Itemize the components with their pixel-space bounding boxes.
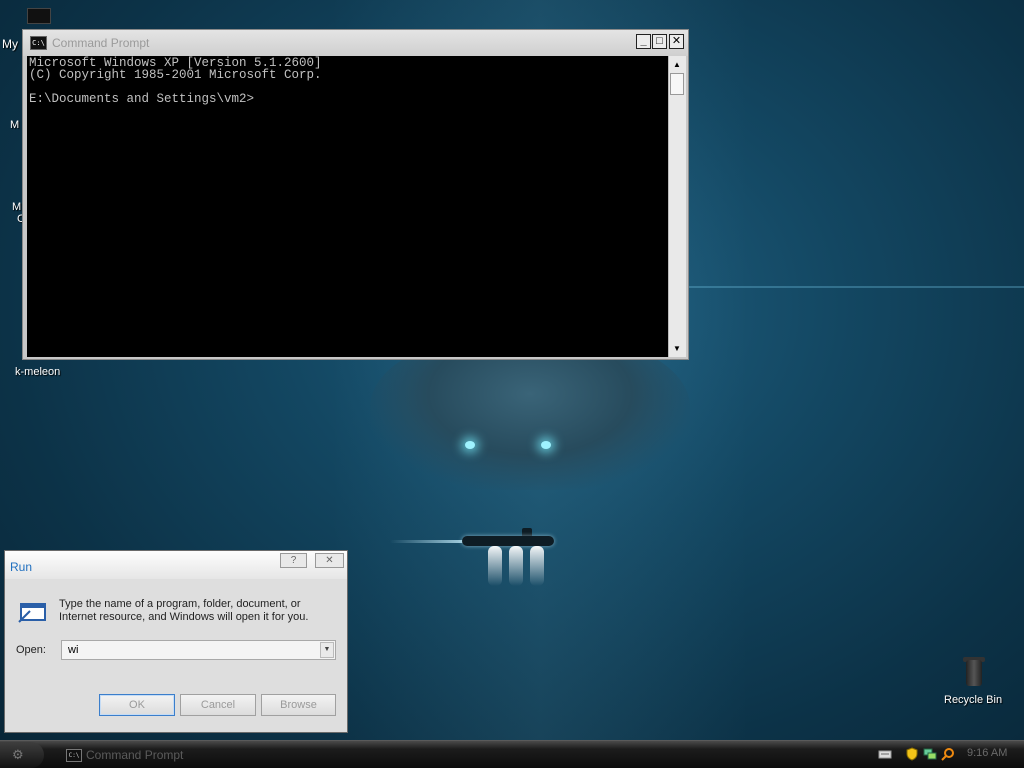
run-dialog[interactable]: Run ? ✕ Type the name of a program, fold… [4, 550, 348, 733]
scroll-down-icon[interactable]: ▼ [669, 341, 685, 356]
start-icon: ⚙ [12, 747, 24, 762]
console-output[interactable]: Microsoft Windows XP [Version 5.1.2600] … [27, 56, 668, 357]
desktop-icon-label[interactable]: M [12, 201, 21, 213]
scroll-thumb[interactable] [670, 73, 684, 95]
cancel-button[interactable]: Cancel [180, 694, 256, 716]
close-button[interactable]: ✕ [315, 553, 344, 568]
wallpaper-submarine-trail [390, 540, 465, 543]
open-label: Open: [16, 644, 46, 656]
window-title: Command Prompt [52, 36, 150, 50]
vertical-scrollbar[interactable]: ▲ ▼ [668, 56, 686, 357]
open-input[interactable]: wi [68, 644, 78, 656]
dialog-title: Run [10, 560, 33, 574]
taskbar: ⚙ C:\ Command Prompt 9:16 AM [0, 740, 1024, 768]
console-icon: C:\ [30, 36, 47, 50]
minimize-button[interactable]: _ [636, 34, 651, 49]
run-program-icon [18, 603, 46, 623]
desktop-icon-label[interactable]: k-meleon [15, 366, 60, 378]
clock[interactable]: 9:16 AM [967, 747, 1007, 759]
command-prompt-titlebar[interactable]: C:\ Command Prompt _ □ ✕ [23, 30, 688, 56]
my-computer-desktop-icon[interactable] [27, 8, 51, 24]
network-icon[interactable] [923, 747, 937, 761]
search-icon[interactable] [941, 747, 955, 761]
run-dialog-titlebar[interactable]: Run ? ✕ [5, 551, 347, 579]
chevron-down-icon[interactable]: ▼ [320, 642, 334, 658]
scroll-up-icon[interactable]: ▲ [669, 57, 685, 72]
desktop-icon-label[interactable]: Recycle Bin [944, 694, 1002, 706]
run-description: Type the name of a program, folder, docu… [59, 598, 309, 623]
close-button[interactable]: ✕ [669, 34, 684, 49]
wallpaper-creature-eye [465, 441, 475, 449]
start-button[interactable]: ⚙ [0, 742, 44, 768]
wallpaper-creature-eye [541, 441, 551, 449]
wallpaper-submarine-light [530, 546, 544, 586]
wallpaper-submarine-light [509, 546, 523, 586]
recycle-bin-icon[interactable] [966, 660, 982, 686]
open-combobox[interactable]: wi ▼ [61, 640, 336, 660]
desktop-icon-label[interactable]: M [10, 119, 19, 131]
taskbar-item-label: Command Prompt [86, 748, 184, 762]
browse-button[interactable]: Browse [261, 694, 336, 716]
console-prompt-line: E:\Documents and Settings\vm2> [29, 92, 255, 106]
ok-button[interactable]: OK [99, 694, 175, 716]
console-line: (C) Copyright 1985-2001 Microsoft Corp. [29, 68, 322, 82]
maximize-button[interactable]: □ [652, 34, 667, 49]
shield-icon[interactable] [905, 747, 919, 761]
keyboard-icon[interactable] [878, 747, 892, 761]
system-tray: 9:16 AM [872, 741, 1024, 768]
wallpaper-submarine-light [488, 546, 502, 586]
taskbar-item-command-prompt[interactable]: C:\ Command Prompt [58, 744, 258, 766]
desktop-icon-label[interactable]: My [2, 37, 18, 51]
command-prompt-window[interactable]: C:\ Command Prompt _ □ ✕ Microsoft Windo… [22, 29, 689, 360]
console-icon: C:\ [66, 749, 82, 762]
help-button[interactable]: ? [280, 553, 307, 568]
wallpaper-submarine [462, 536, 554, 546]
